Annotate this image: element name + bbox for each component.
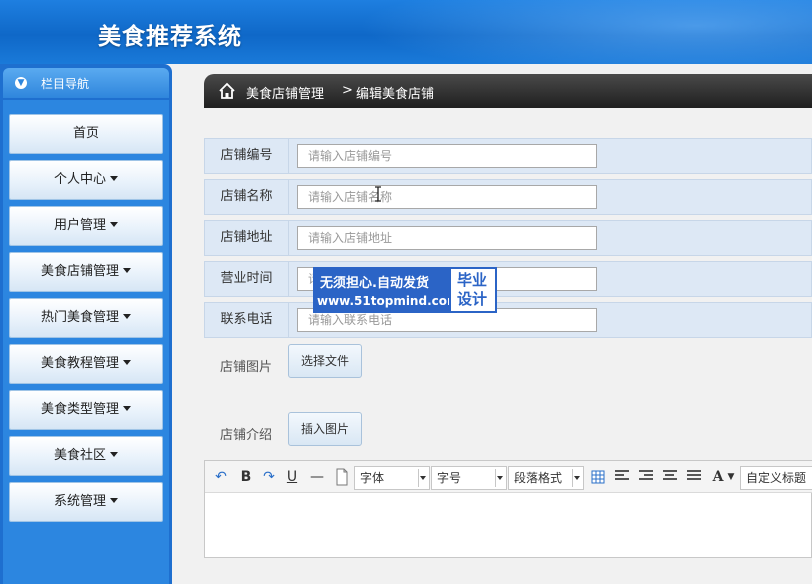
form-row-shop-name: 店铺名称 (204, 179, 812, 215)
caret-down-icon (123, 314, 131, 319)
shop-name-input[interactable] (297, 185, 597, 209)
watermark-line2: www.51topmind.com (317, 294, 460, 308)
select-divider (572, 469, 573, 487)
sidebar-item-label: 首页 (72, 126, 99, 141)
caret-down-icon (123, 360, 131, 365)
watermark-badge-text: 毕业设计 (457, 271, 488, 308)
bold-button[interactable]: B (239, 467, 253, 487)
shop-name-label: 店铺名称 (205, 180, 289, 214)
choose-file-button[interactable]: 选择文件 (288, 344, 363, 378)
sidebar-item-user-management[interactable]: 用户管理 (9, 206, 163, 246)
watermark: 无须担心.自动发货 www.51topmind.com 毕业设计 (313, 267, 497, 313)
shop-id-label: 店铺编号 (205, 139, 289, 173)
horizontal-rule-button[interactable]: — (309, 467, 325, 487)
sidebar-item-label: 美食社区 (53, 448, 106, 463)
sidebar-item-popular-food-management[interactable]: 热门美食管理 (9, 298, 163, 338)
sidebar-item-label: 系统管理 (53, 494, 106, 509)
insert-image-button[interactable]: 插入图片 (288, 412, 363, 446)
top-bar: 美食推荐系统 (0, 0, 812, 64)
sidebar-item-label: 热门美食管理 (40, 310, 119, 325)
form-row-shop-id: 店铺编号 (204, 138, 812, 174)
nav-toggle-icon[interactable]: ▼ (15, 77, 27, 89)
custom-title-select[interactable]: 自定义标题 (740, 466, 812, 490)
watermark-badge: 毕业设计 (449, 267, 497, 313)
sidebar-item-food-community[interactable]: 美食社区 (9, 436, 163, 476)
caret-down-icon (123, 406, 131, 411)
dropdown-arrow-icon (420, 476, 426, 480)
sidebar-item-home[interactable]: 首页 (9, 114, 163, 154)
dropdown-arrow-icon (497, 476, 503, 480)
shop-address-input[interactable] (297, 226, 597, 250)
phone-label: 联系电话 (205, 303, 289, 337)
select-divider (418, 469, 419, 487)
caret-down-icon (110, 222, 118, 227)
sidebar-header-label: 栏目导航 (41, 77, 90, 91)
shop-intro-label: 店铺介绍 (219, 428, 272, 443)
dropdown-arrow-icon (574, 476, 580, 480)
sidebar-item-personal-center[interactable]: 个人中心 (9, 160, 163, 200)
breadcrumb-current: 编辑美食店铺 (356, 87, 435, 102)
font-family-select[interactable]: 字体 (354, 466, 430, 490)
paragraph-format-select[interactable]: 段落格式 (508, 466, 584, 490)
table-icon[interactable] (591, 470, 605, 484)
sidebar-item-tutorial-management[interactable]: 美食教程管理 (9, 344, 163, 384)
sidebar-item-label: 用户管理 (53, 218, 106, 233)
font-color-dropdown-icon[interactable]: ▼ (727, 467, 735, 487)
sidebar-item-label: 美食教程管理 (40, 356, 119, 371)
align-right-icon[interactable] (639, 470, 653, 482)
breadcrumb-separator: > (342, 83, 353, 98)
custom-title-value: 自定义标题 (746, 471, 807, 485)
align-justify-icon[interactable] (687, 470, 701, 482)
font-size-value: 字号 (437, 471, 462, 485)
form-row-phone: 联系电话 (204, 302, 812, 338)
sidebar-menu: 首页 个人中心 用户管理 美食店铺管理 热门美食管理 美食教程管理 美食类型管理… (3, 100, 169, 584)
font-color-button[interactable]: A (710, 467, 726, 487)
select-divider (495, 469, 496, 487)
sidebar-item-shop-management[interactable]: 美食店铺管理 (9, 252, 163, 292)
font-size-select[interactable]: 字号 (431, 466, 507, 490)
sidebar-item-system-management[interactable]: 系统管理 (9, 482, 163, 522)
shop-address-label: 店铺地址 (205, 221, 289, 255)
caret-down-icon (123, 268, 131, 273)
home-icon[interactable] (218, 82, 236, 100)
sidebar-item-label: 美食类型管理 (40, 402, 119, 417)
sidebar: ▼ 栏目导航 首页 个人中心 用户管理 美食店铺管理 热门美食管理 美食教程管理… (0, 64, 172, 584)
align-center-icon[interactable] (663, 470, 677, 482)
font-family-value: 字体 (360, 471, 385, 485)
undo-icon[interactable]: ↶ (213, 467, 229, 487)
caret-down-icon (110, 498, 118, 503)
shop-image-label: 店铺图片 (219, 360, 272, 375)
shop-id-input[interactable] (297, 144, 597, 168)
watermark-left: 无须担心.自动发货 www.51topmind.com (313, 267, 460, 313)
form-row-shop-address: 店铺地址 (204, 220, 812, 256)
business-hours-label: 营业时间 (205, 262, 289, 296)
watermark-line1: 无须担心.自动发货 (320, 276, 429, 291)
rich-text-editor: ↶ B ↷ U — 字体 字号 段落格式 A ▼ 自定义标题 (204, 460, 812, 558)
breadcrumb: 美食店铺管理 > 编辑美食店铺 (204, 74, 812, 108)
paragraph-format-value: 段落格式 (514, 471, 563, 485)
page-icon[interactable] (335, 467, 349, 487)
editor-toolbar: ↶ B ↷ U — 字体 字号 段落格式 A ▼ 自定义标题 (205, 461, 812, 493)
form-row-business-hours: 营业时间 (204, 261, 812, 297)
sidebar-item-label: 美食店铺管理 (40, 264, 119, 279)
redo-icon[interactable]: ↷ (261, 467, 277, 487)
editor-content-area[interactable] (205, 494, 811, 557)
caret-down-icon (110, 452, 118, 457)
app-title: 美食推荐系统 (98, 24, 242, 50)
underline-button[interactable]: U (285, 467, 299, 487)
sidebar-item-food-type-management[interactable]: 美食类型管理 (9, 390, 163, 430)
caret-down-icon (110, 176, 118, 181)
text-cursor-icon (375, 186, 381, 202)
sidebar-header: ▼ 栏目导航 (3, 68, 169, 98)
sidebar-item-label: 个人中心 (53, 172, 106, 187)
breadcrumb-section[interactable]: 美食店铺管理 (246, 83, 324, 102)
align-left-icon[interactable] (615, 470, 629, 482)
